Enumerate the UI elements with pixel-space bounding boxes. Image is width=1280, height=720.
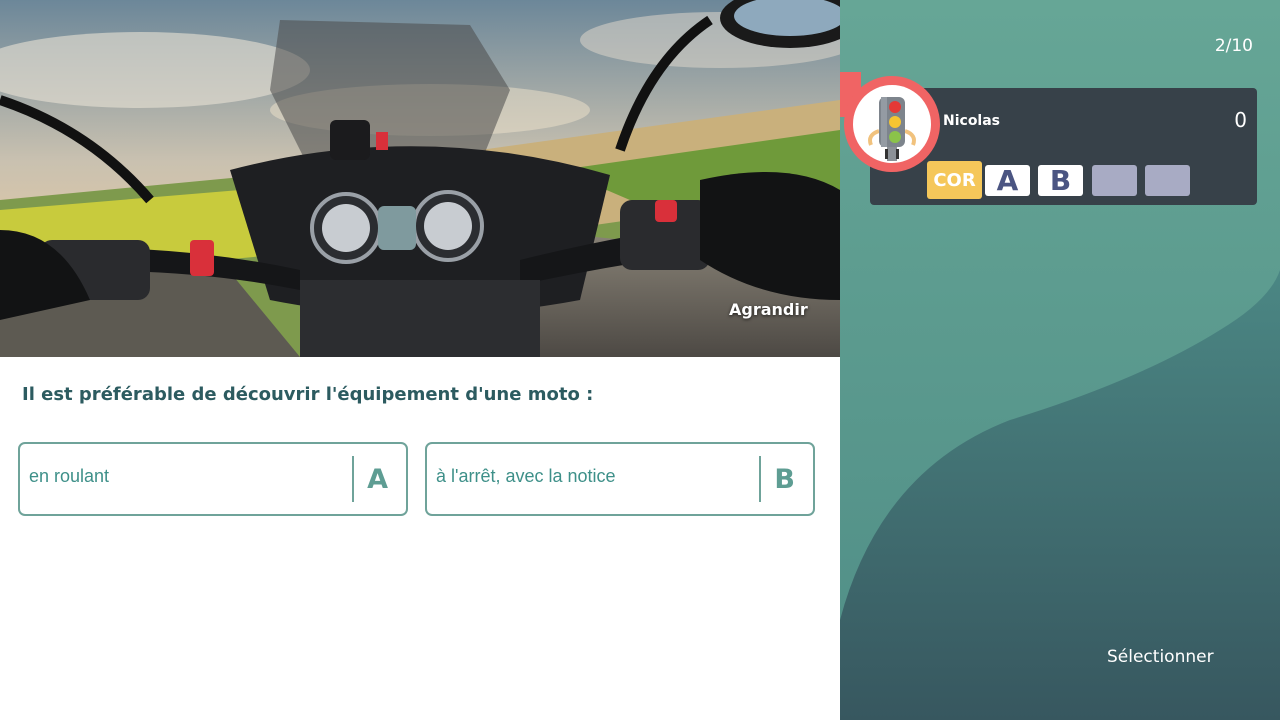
answer-slot-a[interactable]: A <box>985 164 1030 197</box>
answer-a-divider <box>352 456 354 502</box>
player-score: 0 <box>1234 108 1247 132</box>
question-area: Agrandir Il est préférable de découvrir … <box>0 0 840 720</box>
answer-b-text: à l'arrêt, avec la notice <box>436 466 616 486</box>
answer-b-divider <box>759 456 761 502</box>
player-name: Nicolas <box>943 113 1001 129</box>
enlarge-button[interactable]: Agrandir <box>729 300 808 319</box>
answer-slot-empty[interactable] <box>1145 165 1190 196</box>
answer-slot-correction[interactable]: COR <box>927 161 982 199</box>
answer-b-letter: B <box>774 464 795 495</box>
answer-a-letter: A <box>367 464 388 495</box>
answer-a-text: en roulant <box>29 466 110 486</box>
motorcycle-photo[interactable] <box>0 0 840 357</box>
traffic-light-icon <box>868 97 916 161</box>
answer-option-a[interactable]: en roulant A <box>18 442 408 516</box>
answer-option-b[interactable]: à l'arrêt, avec la notice B <box>425 442 815 516</box>
question-text: Il est préférable de découvrir l'équipem… <box>22 384 594 405</box>
question-progress: 2/10 <box>1214 36 1253 56</box>
answer-slot-empty[interactable] <box>1092 165 1137 196</box>
answer-slot-b[interactable]: B <box>1038 164 1083 197</box>
select-button[interactable]: Sélectionner <box>1107 647 1214 667</box>
player-avatar[interactable] <box>844 76 940 172</box>
player-panel: 2/10 Nicolas 0 COR A B Sélectionner <box>840 0 1280 720</box>
